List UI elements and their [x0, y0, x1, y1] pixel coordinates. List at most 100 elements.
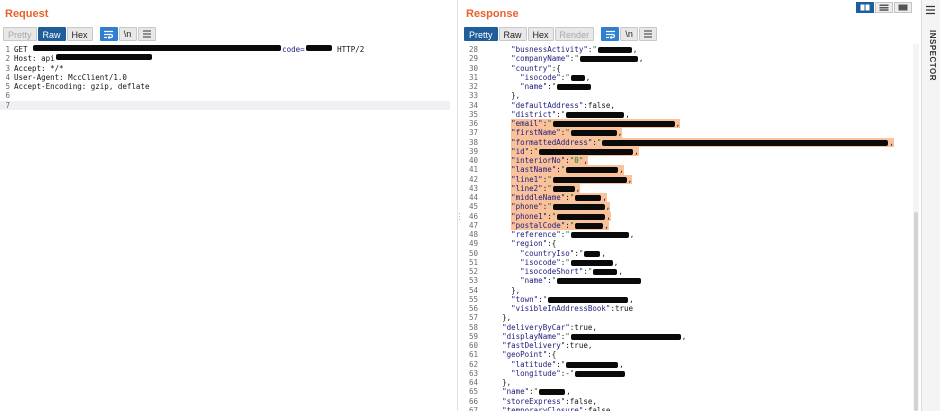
json-entry: "id":",: [511, 146, 639, 156]
response-scroll-thumb[interactable]: [914, 212, 918, 411]
response-tab-hex[interactable]: Hex: [527, 27, 554, 41]
redacted-value: [570, 130, 617, 137]
response-tab-render[interactable]: Render: [554, 27, 595, 41]
redacted-value: [552, 204, 605, 211]
json-entry: "phone":",: [511, 202, 611, 212]
line-number: 64: [468, 378, 478, 387]
layout-side-by-side-button[interactable]: [856, 2, 874, 13]
response-tab-raw[interactable]: Raw: [498, 27, 527, 41]
redacted-value: [552, 185, 575, 192]
json-punct: :-: [560, 368, 570, 378]
json-key: "reference": [511, 230, 561, 239]
json-entry: "countryIso":",: [520, 249, 606, 258]
code-line: 52 "isocodeShort":",: [463, 267, 915, 276]
json-punct: ,: [632, 45, 638, 54]
pane-resize-handle[interactable]: · · ·: [458, 210, 461, 224]
json-punct: :{: [551, 63, 561, 73]
json-entry: "busnessActivity":",: [511, 45, 637, 54]
code-line: 30 "country":{: [463, 64, 915, 73]
code-line: 38 "formattedAddress":",: [463, 137, 915, 147]
response-newline-toggle[interactable]: \n: [620, 27, 639, 41]
json-punct: :false: [583, 405, 611, 411]
line-number: 29: [468, 54, 478, 64]
request-options-button[interactable]: [137, 27, 156, 41]
redacted-value: [597, 47, 632, 53]
hamburger-menu-icon[interactable]: [925, 5, 936, 15]
json-entry: "district":",: [511, 110, 630, 119]
code-line: 1 GET code= HTTP/2: [0, 45, 450, 54]
line-number: 53: [468, 276, 478, 286]
request-word-wrap-button[interactable]: [99, 27, 118, 41]
line-number: 67: [468, 405, 478, 411]
json-punct: },: [502, 378, 512, 387]
redacted-value: [557, 213, 606, 220]
request-tab-raw[interactable]: Raw: [37, 27, 66, 41]
pane-divider: [457, 0, 458, 411]
code-line: 39 "id":",: [463, 146, 915, 156]
line-number: 3: [5, 63, 10, 73]
line-number: 50: [468, 248, 478, 258]
json-punct: ,: [583, 156, 588, 165]
layout-stacked-button[interactable]: [875, 2, 893, 13]
json-entry: "middleName":",: [511, 193, 607, 203]
json-key: "line1": [511, 174, 543, 184]
line-number: 5: [5, 82, 10, 91]
code-line: 61 "geoPoint":{: [463, 350, 915, 359]
request-newline-toggle[interactable]: \n: [118, 27, 137, 41]
json-key: "busnessActivity": [511, 45, 588, 54]
inspector-label[interactable]: INSPECTOR: [925, 30, 937, 100]
line-text: HTTP/2: [332, 45, 365, 54]
json-punct: },: [502, 313, 512, 323]
json-quote: ": [592, 45, 597, 54]
code-line: 60 "fastDelivery":true,: [463, 341, 915, 350]
code-line: 55 "town":",: [463, 295, 915, 304]
json-key: "isocode": [520, 72, 561, 82]
json-punct: ,: [613, 257, 619, 267]
response-tab-pretty[interactable]: Pretty: [464, 27, 498, 41]
code-line: 5 Accept-Encoding: gzip, deflate: [0, 82, 450, 91]
redacted-value: [548, 296, 629, 303]
json-quote: ": [551, 211, 557, 221]
code-line: 4 User-Agent: MccClient/1.0: [0, 73, 450, 82]
json-entry: "storeExpress":false,: [502, 397, 597, 406]
layout-single-button[interactable]: [894, 2, 912, 13]
hamburger-menu-icon: [142, 30, 151, 38]
redacted-value: [575, 222, 604, 229]
code-line: 62 "latitude":",: [463, 360, 915, 369]
response-editor[interactable]: 28 "busnessActivity":", 29 "companyName":…: [463, 45, 915, 411]
request-tab-hex[interactable]: Hex: [66, 27, 93, 41]
json-quote: ": [565, 128, 570, 138]
line-number: 6: [5, 91, 10, 101]
json-key: "interiorNo": [511, 156, 566, 165]
line-number: 60: [468, 341, 478, 350]
json-punct: ,: [575, 183, 581, 193]
json-punct: ,: [625, 109, 630, 119]
json-punct: :true,: [569, 322, 597, 332]
line-number: 62: [468, 359, 478, 369]
code-line: 2 Host: api: [0, 54, 450, 63]
response-word-wrap-button[interactable]: [601, 27, 620, 41]
code-line: 33 },: [463, 91, 915, 100]
code-line: 3 Accept: */*: [0, 64, 450, 73]
json-quote: ": [547, 119, 552, 128]
line-number: 49: [468, 239, 478, 249]
response-options-button[interactable]: [639, 27, 658, 41]
redacted-value: [305, 45, 332, 51]
code-line: 28 "busnessActivity":",: [463, 45, 915, 54]
request-tab-pretty[interactable]: Pretty: [3, 27, 37, 41]
request-editor[interactable]: 1 GET code= HTTP/2 2 Host: api 3 Accept: */* 4…: [0, 45, 450, 110]
json-entry: "name":": [520, 82, 592, 91]
split-horizontal-icon: [860, 4, 870, 11]
json-key: "id": [511, 146, 530, 156]
redacted-value: [566, 167, 619, 174]
json-entry: "country":{: [511, 64, 561, 73]
json-entry: "town":",: [511, 295, 634, 304]
json-key: "visibleInAddressBook": [511, 304, 611, 313]
json-punct: ,: [605, 202, 611, 212]
